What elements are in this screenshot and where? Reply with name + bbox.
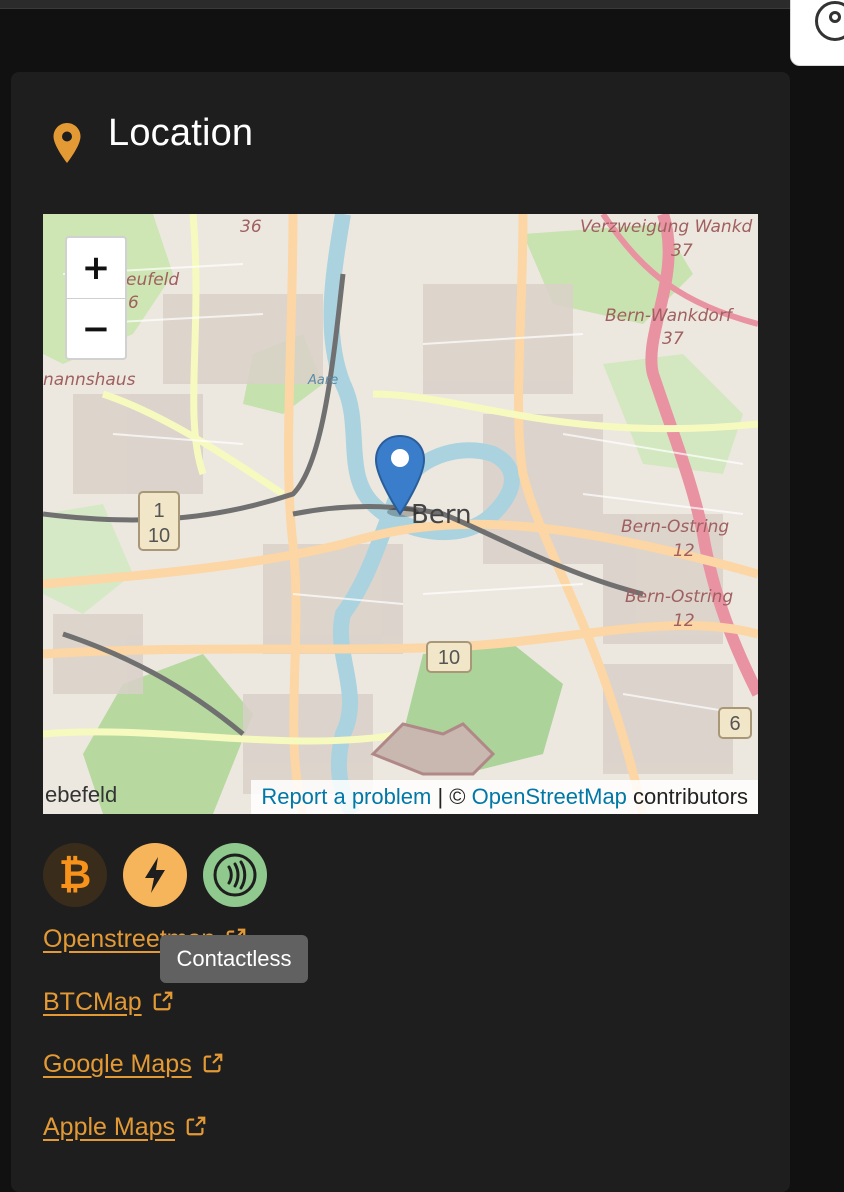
map-label-neufeld: eufeld — [126, 270, 179, 290]
map-label-route-36: 36 — [240, 217, 262, 237]
report-problem-link[interactable]: Report a problem — [261, 784, 431, 809]
lightning-icon[interactable] — [123, 843, 187, 907]
map-label-ostring-2: Bern-Ostring — [625, 587, 733, 607]
account-button[interactable] — [790, 0, 844, 66]
attribution-contributors: contributors — [633, 784, 748, 809]
map-label-route-12a: 12 — [673, 541, 695, 561]
map-shield-6: 6 — [729, 713, 740, 735]
map-label-ebefeld: ebefeld — [45, 782, 117, 807]
link-label: Google Maps — [43, 1050, 192, 1078]
link-btcmap[interactable]: BTCMap — [43, 988, 174, 1017]
account-icon — [815, 1, 844, 41]
map-label-ostring-1: Bern-Ostring — [621, 517, 729, 537]
link-google-maps[interactable]: Google Maps — [43, 1050, 224, 1079]
external-link-icon — [153, 991, 172, 1011]
map-shield-1: 1 — [153, 500, 164, 522]
contactless-icon[interactable] — [203, 843, 267, 907]
map-label-aare: Aare — [307, 373, 338, 388]
map-label-route-37b: 37 — [662, 329, 684, 349]
bitcoin-icon[interactable]: ₿ — [43, 843, 107, 907]
zoom-in-button[interactable]: + — [67, 238, 125, 298]
osm-link[interactable]: OpenStreetMap — [472, 784, 627, 809]
map-label-route-6: 6 — [128, 293, 139, 313]
contactless-tooltip: Contactless — [160, 935, 308, 983]
map[interactable]: Bern Verzweigung Wankd Bern-Wankdorf Ber… — [43, 214, 758, 814]
zoom-out-button[interactable]: − — [67, 298, 125, 359]
bitcoin-symbol: ₿ — [58, 852, 92, 897]
page-title: Location — [108, 112, 254, 154]
location-pin-icon — [53, 123, 81, 163]
zoom-control: + − — [65, 236, 127, 360]
map-attribution: Report a problem | © OpenStreetMap contr… — [251, 780, 758, 814]
nfc-waves-icon — [213, 853, 257, 897]
map-label-wankdorf: Bern-Wankdorf — [605, 306, 735, 326]
external-link-icon — [203, 1053, 223, 1073]
map-label-route-37a: 37 — [671, 241, 693, 261]
link-label: BTCMap — [43, 988, 142, 1016]
map-shield-10-center: 10 — [438, 647, 460, 669]
lightning-bolt-icon — [145, 857, 165, 893]
link-label: Apple Maps — [43, 1113, 176, 1141]
link-apple-maps[interactable]: Apple Maps — [43, 1113, 207, 1142]
map-label-route-12b: 12 — [673, 611, 695, 631]
map-label-wankdorf-junction: Verzweigung Wankd — [580, 217, 753, 237]
external-link-icon — [186, 1116, 206, 1136]
map-shield-10-left: 10 — [148, 525, 170, 547]
attribution-separator: | © — [437, 784, 466, 809]
top-bar — [0, 0, 790, 9]
map-label-mannshaus: nannshaus — [43, 370, 136, 390]
map-marker-icon[interactable] — [373, 434, 427, 518]
